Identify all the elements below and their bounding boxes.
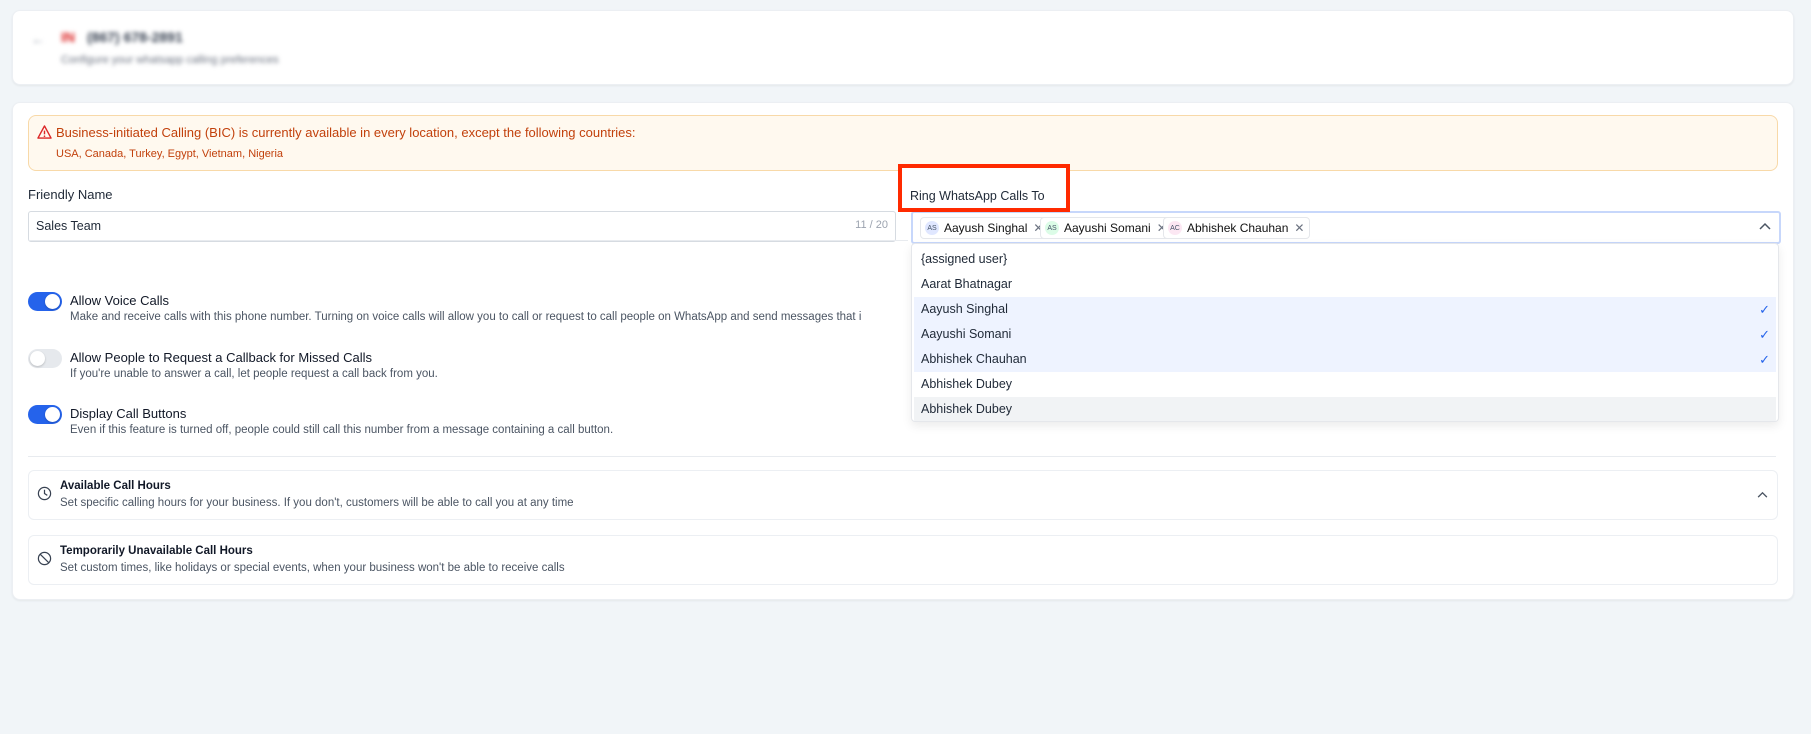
chip-label: Abhishek Chauhan	[1187, 221, 1289, 235]
section-title: Temporarily Unavailable Call Hours	[60, 545, 253, 557]
chip-label: Aayush Singhal	[944, 221, 1028, 235]
chip-label: Aayushi Somani	[1064, 221, 1151, 235]
remove-chip-icon[interactable]: ✕	[1294, 221, 1304, 235]
callback-request-toggle[interactable]	[28, 349, 62, 368]
phone-number: (867) 678-2891	[87, 29, 183, 45]
display-call-buttons-toggle[interactable]	[28, 405, 62, 424]
setting-title: Display Call Buttons	[70, 406, 187, 421]
check-icon: ✓	[1759, 302, 1770, 317]
dropdown-option[interactable]: Abhishek Dubey	[914, 397, 1776, 421]
avatar: AS	[925, 221, 939, 235]
section-description: Set specific calling hours for your busi…	[60, 497, 574, 509]
bic-warning-banner: Business-initiated Calling (BIC) is curr…	[28, 115, 1778, 171]
char-counter: 11 / 20	[855, 219, 888, 231]
ring-to-multiselect[interactable]: AS Aayush Singhal ✕ AS Aayushi Somani ✕ …	[911, 211, 1781, 244]
dropdown-option[interactable]: Abhishek Chauhan ✓	[914, 347, 1776, 372]
chevron-up-icon[interactable]	[1759, 222, 1771, 230]
friendly-name-value: Sales Team	[36, 219, 102, 233]
warning-countries: USA, Canada, Turkey, Egypt, Vietnam, Nig…	[56, 148, 284, 160]
section-title: Available Call Hours	[60, 480, 171, 492]
option-label: Abhishek Dubey	[921, 377, 1013, 391]
selected-chip: AS Aayush Singhal ✕	[920, 217, 1050, 239]
setting-title: Allow Voice Calls	[70, 293, 169, 308]
avatar: AC	[1168, 221, 1182, 235]
option-label: Abhishek Dubey	[921, 402, 1013, 416]
dropdown-option[interactable]: Aarat Bhatnagar	[914, 272, 1776, 297]
clock-icon	[37, 486, 52, 501]
available-call-hours-section[interactable]: Available Call Hours Set specific callin…	[28, 470, 1778, 520]
divider	[28, 240, 908, 241]
dropdown-option[interactable]: Aayush Singhal ✓	[914, 297, 1776, 322]
dropdown-option[interactable]: Aayushi Somani ✓	[914, 322, 1776, 347]
ring-to-dropdown: {assigned user} Aarat Bhatnagar Aayush S…	[911, 243, 1779, 422]
option-label: Aarat Bhatnagar	[921, 277, 1013, 291]
friendly-name-input[interactable]: Sales Team 11 / 20	[28, 211, 896, 242]
option-label: {assigned user}	[921, 252, 1008, 266]
selected-chip: AS Aayushi Somani ✕	[1040, 217, 1173, 239]
divider	[28, 456, 1776, 457]
ring-to-label: Ring WhatsApp Calls To	[910, 189, 1045, 203]
header-card: ← IN (867) 678-2891 Configure your whats…	[12, 10, 1794, 85]
option-label: Aayushi Somani	[921, 327, 1012, 341]
country-flag: IN	[61, 29, 75, 45]
chevron-up-icon[interactable]	[1757, 491, 1768, 498]
unavailable-call-hours-section[interactable]: Temporarily Unavailable Call Hours Set c…	[28, 535, 1778, 585]
dropdown-option[interactable]: {assigned user}	[914, 247, 1776, 272]
section-description: Set custom times, like holidays or speci…	[60, 562, 565, 574]
setting-description: Even if this feature is turned off, peop…	[70, 424, 614, 436]
header-subtitle: Configure your whatsapp calling preferen…	[61, 54, 279, 66]
allow-voice-calls-toggle[interactable]	[28, 292, 62, 311]
check-icon: ✓	[1759, 327, 1770, 342]
option-label: Abhishek Chauhan	[921, 352, 1027, 366]
dropdown-option[interactable]: Abhishek Dubey	[914, 372, 1776, 397]
setting-description: If you're unable to answer a call, let p…	[70, 368, 438, 380]
block-icon	[37, 551, 52, 566]
warning-icon	[37, 125, 52, 139]
back-icon[interactable]: ←	[31, 31, 45, 47]
friendly-name-label: Friendly Name	[28, 187, 113, 202]
selected-chip: AC Abhishek Chauhan ✕	[1163, 217, 1311, 239]
warning-title: Business-initiated Calling (BIC) is curr…	[56, 125, 636, 140]
ring-to-label-highlight: Ring WhatsApp Calls To	[898, 164, 1070, 212]
setting-description: Make and receive calls with this phone n…	[70, 311, 862, 323]
avatar: AS	[1045, 221, 1059, 235]
setting-title: Allow People to Request a Callback for M…	[70, 350, 373, 365]
check-icon: ✓	[1759, 352, 1770, 367]
option-label: Aayush Singhal	[921, 302, 1008, 316]
